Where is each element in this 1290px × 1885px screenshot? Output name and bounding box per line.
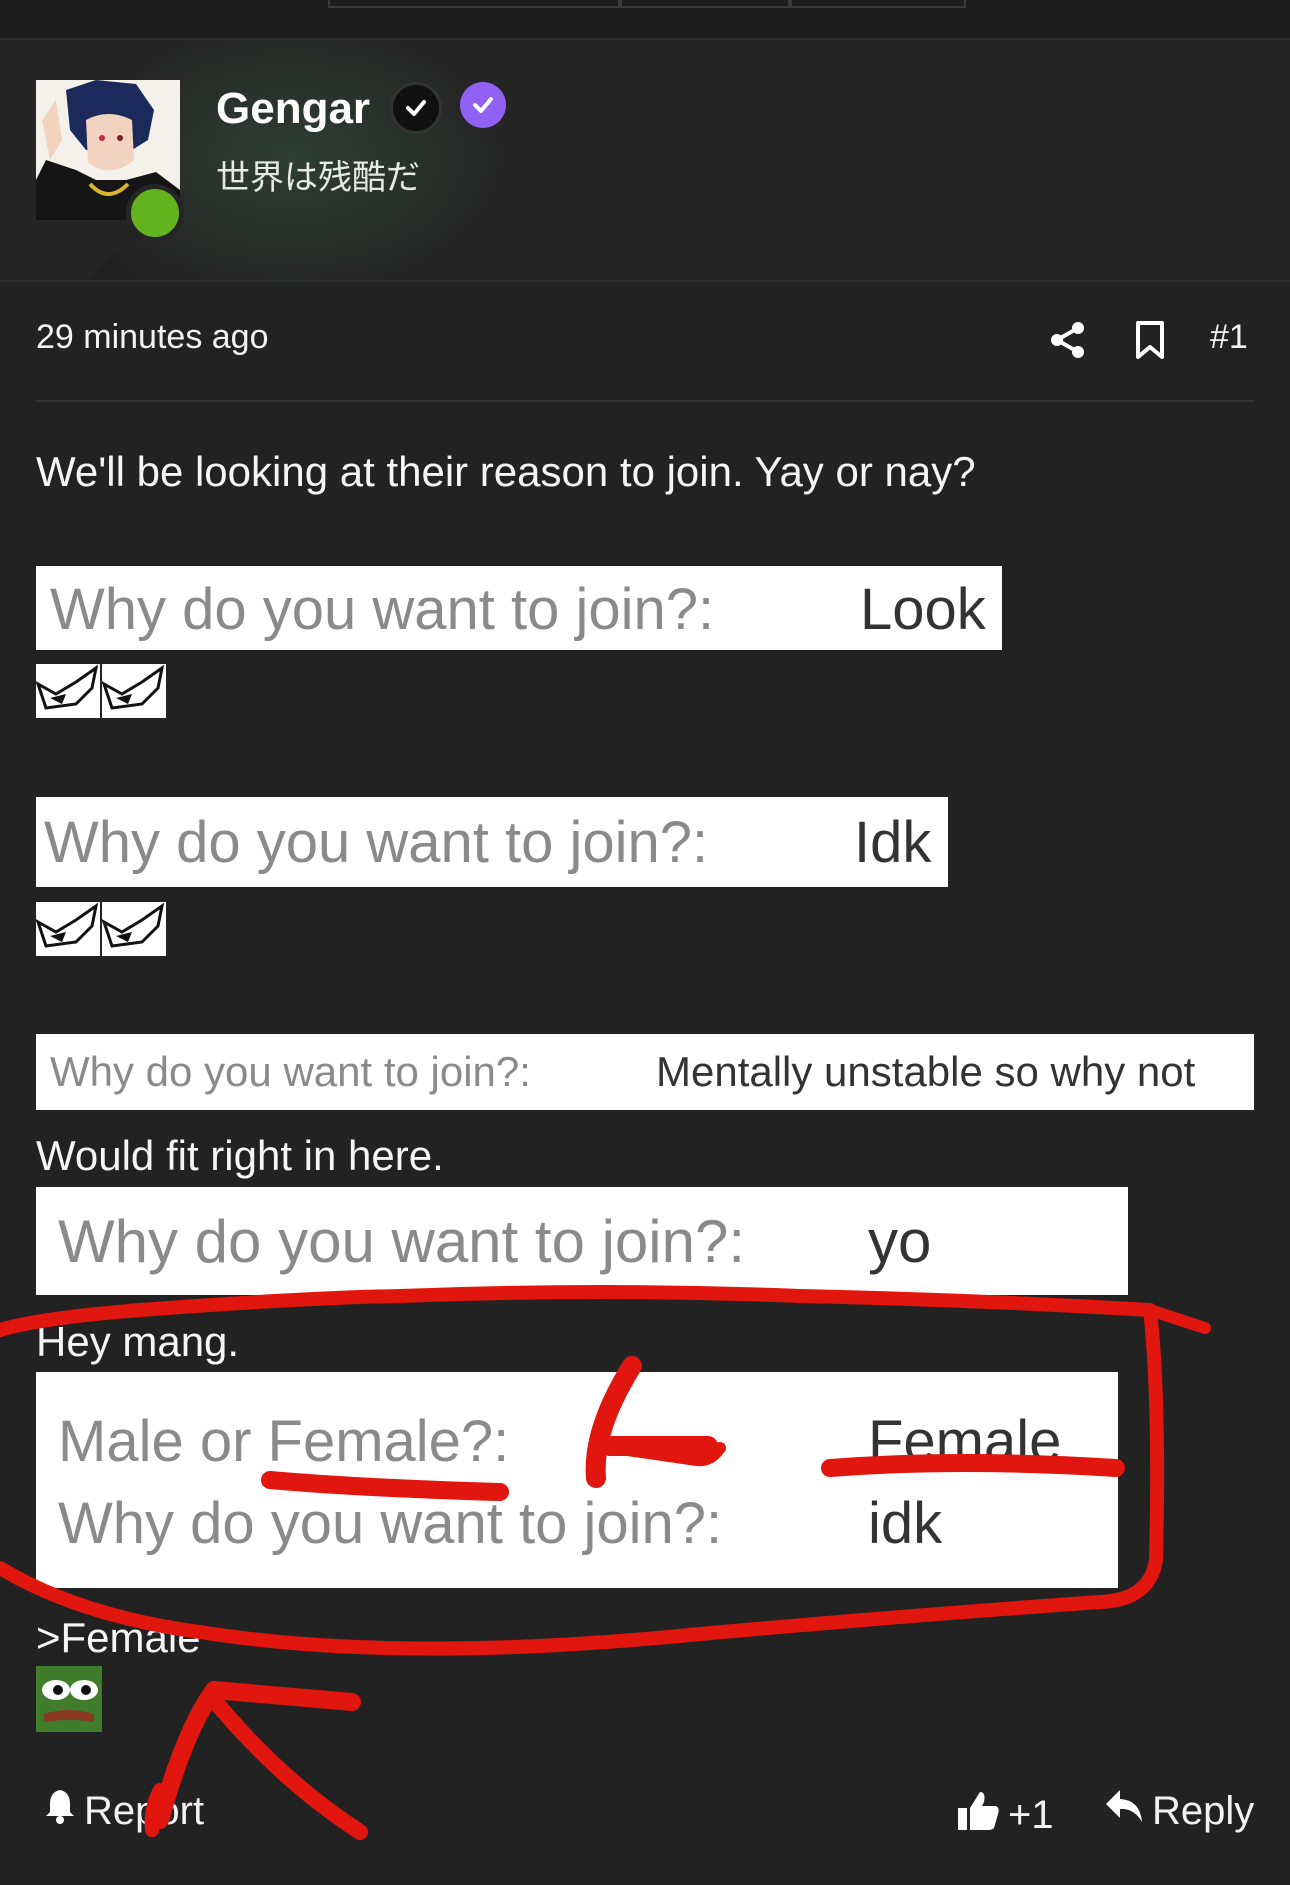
card-answer: idk xyxy=(868,1491,943,1556)
share-icon[interactable] xyxy=(1046,318,1090,362)
card-question: Why do you want to join?: xyxy=(58,1491,723,1556)
report-label: Report xyxy=(84,1788,205,1833)
like-button[interactable]: +1 xyxy=(956,1788,1054,1842)
top-tab[interactable] xyxy=(328,0,622,8)
card-question: Why do you want to join?: xyxy=(50,1048,531,1095)
laughing-emote xyxy=(101,664,166,718)
form-screenshot-card: Male or Female?: Female Why do you want … xyxy=(36,1372,1118,1588)
card-question: Why do you want to join?: xyxy=(50,577,715,642)
form-screenshot-card: Why do you want to join?: Mentally unsta… xyxy=(36,1034,1254,1110)
reply-icon xyxy=(1104,1788,1144,1834)
online-status-dot xyxy=(126,184,184,242)
pepe-emote xyxy=(36,1666,102,1732)
top-tab[interactable] xyxy=(618,0,792,8)
form-screenshot-card: Why do you want to join?: Idk xyxy=(36,797,948,887)
username[interactable]: Gengar xyxy=(216,84,370,134)
post-number-link[interactable]: #1 xyxy=(1210,318,1248,357)
divider xyxy=(36,400,1254,402)
form-screenshot-card: Why do you want to join?: Look xyxy=(36,566,1002,650)
laughing-emote xyxy=(101,902,166,956)
comment-text: >Female xyxy=(36,1614,201,1661)
like-count: +1 xyxy=(1008,1792,1054,1837)
card-question: Male or Female?: xyxy=(58,1409,510,1474)
card-question: Why do you want to join?: xyxy=(44,810,709,875)
card-answer: Idk xyxy=(854,810,932,875)
verified-black-icon xyxy=(390,82,442,134)
reply-label: Reply xyxy=(1152,1788,1255,1833)
bell-icon xyxy=(44,1788,76,1834)
card-answer: Mentally unstable so why not xyxy=(656,1048,1196,1095)
bookmark-icon[interactable] xyxy=(1128,318,1172,362)
header-pointer xyxy=(88,252,140,280)
card-question: Why do you want to join?: xyxy=(58,1208,746,1275)
user-tagline: 世界は残酷だ xyxy=(216,158,420,198)
card-answer: Look xyxy=(860,577,986,642)
card-answer: yo xyxy=(868,1208,932,1275)
card-answer: Female xyxy=(868,1409,1062,1474)
comment-text: Hey mang. xyxy=(36,1318,240,1365)
comment-text: Would fit right in here. xyxy=(36,1132,444,1179)
reply-button[interactable]: Reply xyxy=(1104,1788,1254,1834)
laughing-emote xyxy=(35,664,100,718)
top-tab[interactable] xyxy=(788,0,966,8)
post-timestamp: 29 minutes ago xyxy=(36,318,269,356)
post-intro-text: We'll be looking at their reason to join… xyxy=(36,448,976,495)
report-button[interactable]: Report xyxy=(44,1788,204,1834)
laughing-emote xyxy=(35,902,100,956)
form-screenshot-card: Why do you want to join?: yo xyxy=(36,1187,1128,1295)
thumbs-up-icon xyxy=(956,1788,1000,1842)
verified-purple-icon xyxy=(460,82,506,128)
